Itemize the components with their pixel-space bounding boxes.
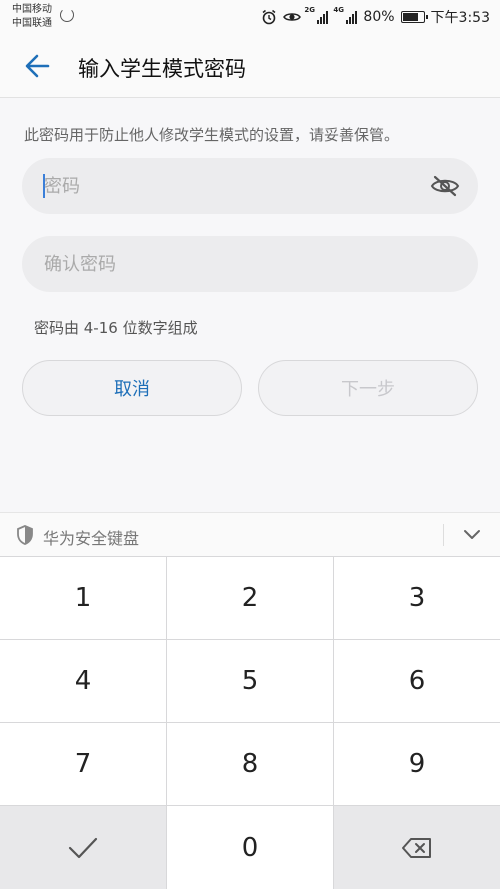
key-7[interactable]: 7 [0, 723, 166, 805]
confirm-password-input[interactable] [44, 250, 424, 278]
description-text: 此密码用于防止他人修改学生模式的设置，请妥善保管。 [24, 126, 400, 144]
confirm-key[interactable] [0, 806, 166, 889]
sync-icon [60, 8, 74, 22]
keyboard-title: 华为安全键盘 [43, 529, 140, 548]
key-5[interactable]: 5 [167, 640, 333, 722]
numeric-keypad: 1 2 3 4 5 6 7 8 9 0 [0, 556, 500, 889]
back-arrow-icon[interactable] [20, 48, 56, 84]
net-type-1: 2G [304, 6, 316, 14]
password-input[interactable] [44, 172, 424, 200]
carrier-2: 中国联通 [12, 18, 52, 29]
net-type-2: 4G [333, 6, 345, 14]
key-2[interactable]: 2 [167, 557, 333, 639]
clock: 下午3:53 [430, 10, 490, 26]
status-bar: 中国移动 中国联通 2G 4G 80% 下午3:53 [0, 0, 500, 36]
signal-4g-icon: 4G [333, 6, 358, 24]
signal-2g-icon: 2G [304, 6, 329, 24]
carrier-labels: 中国移动 中国联通 [12, 3, 52, 31]
app-header: 输入学生模式密码 [0, 36, 500, 98]
battery-icon [400, 11, 428, 23]
password-field[interactable] [22, 158, 478, 214]
key-9[interactable]: 9 [334, 723, 500, 805]
key-4[interactable]: 4 [0, 640, 166, 722]
key-1[interactable]: 1 [0, 557, 166, 639]
key-0[interactable]: 0 [167, 806, 333, 889]
password-hint: 密码由 4-16 位数字组成 [34, 319, 198, 337]
next-button[interactable]: 下一步 [258, 360, 478, 416]
keyboard-header: 华为安全键盘 [0, 512, 500, 556]
backspace-key[interactable] [334, 806, 500, 889]
key-6[interactable]: 6 [334, 640, 500, 722]
alarm-icon [262, 9, 276, 25]
page-title: 输入学生模式密码 [78, 57, 246, 81]
key-3[interactable]: 3 [334, 557, 500, 639]
key-8[interactable]: 8 [167, 723, 333, 805]
eye-comfort-icon [283, 13, 302, 21]
carrier-1: 中国移动 [12, 4, 52, 15]
shield-icon [17, 525, 33, 545]
eye-hidden-icon[interactable] [430, 174, 460, 198]
chevron-down-icon[interactable] [462, 527, 482, 543]
backspace-icon [402, 837, 431, 858]
battery-percent: 80% [363, 9, 395, 25]
cancel-button[interactable]: 取消 [22, 360, 242, 416]
checkmark-icon [68, 837, 98, 858]
confirm-password-field[interactable] [22, 236, 478, 292]
status-icons: 2G 4G 80% 下午3:53 [261, 6, 490, 27]
divider [443, 524, 444, 546]
